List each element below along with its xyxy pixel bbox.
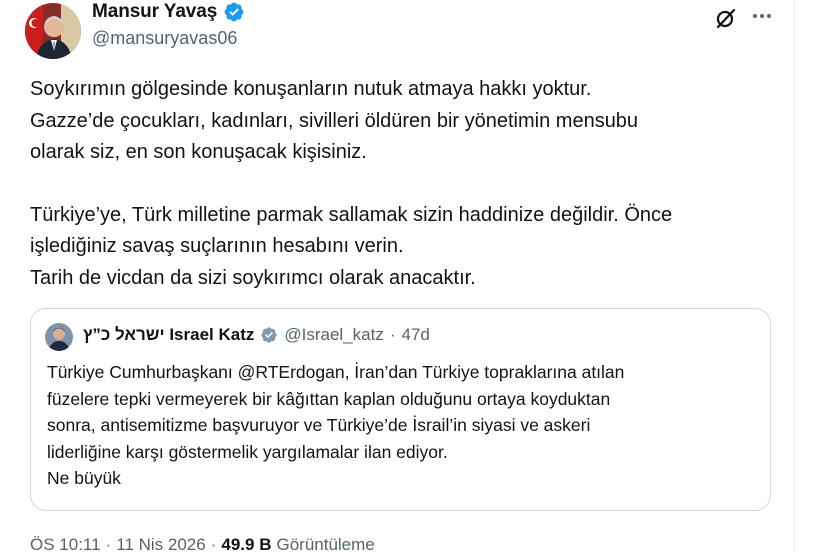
quoted-line: Ne büyük — [47, 468, 121, 488]
verified-badge-icon — [260, 326, 278, 344]
quoted-text: Türkiye Cumhurbaşkanı @RTErdogan, İran’d… — [47, 359, 752, 492]
views-label: Görüntüleme — [276, 535, 375, 554]
quoted-timestamp[interactable]: 47d — [402, 325, 430, 345]
tweet-time[interactable]: ÖS 10:11 — [30, 535, 101, 555]
tweet: Mansur Yavaş @mansuryavas06 Soykırımın g… — [0, 0, 828, 555]
author-avatar[interactable] — [25, 3, 81, 59]
tweet-line: Türkiye’ye, Türk milletine parmak sallam… — [30, 203, 673, 226]
dot-separator: · — [389, 325, 396, 344]
quoted-line: sonra, antisemitizme başvuruyor ve Türki… — [47, 415, 591, 435]
author-handle[interactable]: @mansuryavas06 — [92, 28, 237, 49]
tweet-line: Soykırımın gölgesinde konuşanların nutuk… — [30, 78, 592, 100]
quoted-author-handle[interactable]: @Israel_katz — [284, 325, 383, 345]
tweet-line: Tarih de vicdan da sizi soykırımcı olara… — [30, 266, 476, 289]
tweet-line: olarak siz, en son konuşacak kişisiniz. — [30, 141, 367, 163]
grok-icon[interactable] — [714, 6, 738, 30]
author-name-row[interactable]: Mansur Yavaş — [92, 1, 245, 23]
quoted-line: füzelere tepki vermeyerek bir kâğıttan k… — [47, 388, 611, 409]
timeline-divider — [794, 0, 795, 552]
dot-separator: · — [210, 535, 217, 554]
author-name[interactable]: Mansur Yavaş — [92, 1, 217, 23]
tweet-line: işlediğiniz savaş suçlarının hesabını ve… — [30, 235, 404, 257]
tweet-meta: ÖS 10:11 · 11 Nis 2026 · 49.9 B Görüntül… — [30, 535, 375, 555]
dot-separator: · — [105, 535, 112, 554]
verified-badge-icon — [223, 1, 245, 23]
tweet-text: Soykırımın gölgesinde konuşanların nutuk… — [30, 74, 790, 294]
views-count: 49.9 B — [221, 535, 272, 554]
quoted-author-name[interactable]: ישראל כ”ץ Israel Katz — [83, 325, 254, 345]
tweet-date[interactable]: 11 Nis 2026 — [116, 535, 205, 555]
quoted-author-avatar[interactable] — [45, 323, 73, 351]
more-icon[interactable] — [750, 4, 774, 28]
quoted-line: liderliğine karşı göstermelik yargılamal… — [47, 441, 448, 462]
quoted-header: ישראל כ”ץ Israel Katz @Israel_katz · 47d — [83, 325, 430, 345]
tweet-line: Gazze’de çocukları, kadınları, sivilleri… — [30, 109, 639, 132]
quoted-tweet[interactable]: ישראל כ”ץ Israel Katz @Israel_katz · 47d… — [30, 308, 771, 511]
quoted-line: Türkiye Cumhurbaşkanı @RTErdogan, İran’d… — [47, 362, 625, 382]
